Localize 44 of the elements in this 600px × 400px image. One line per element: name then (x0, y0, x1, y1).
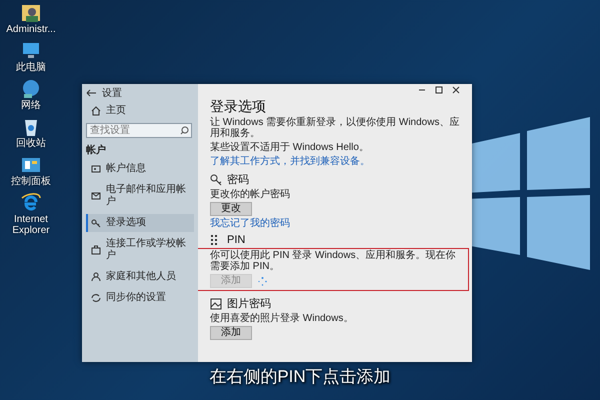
person-icon (91, 272, 101, 282)
home-icon (91, 106, 101, 116)
page-title: 登录选项 (210, 98, 267, 114)
picture-icon (210, 298, 222, 310)
network-icon (20, 78, 42, 100)
envelope-icon (91, 191, 101, 201)
briefcase-icon (91, 245, 101, 255)
person-card-icon (91, 164, 101, 174)
section-heading: PIN (227, 234, 246, 246)
change-button[interactable]: 更改 (210, 202, 252, 216)
description-text: 让 Windows 需要你重新登录，以便你使用 Windows、应用和服务。 (210, 117, 460, 139)
sidebar-item[interactable]: 帐户信息 (86, 160, 194, 178)
desktop-icon-label[interactable]: Internet Explorer (0, 214, 62, 236)
sidebar-item[interactable]: 登录选项 (86, 214, 194, 232)
section-heading: 帐户 (86, 143, 107, 157)
add-button[interactable]: 添加 (210, 326, 252, 340)
home-link[interactable]: 主页 (86, 102, 194, 120)
user-folder-icon (20, 2, 42, 24)
desktop-icon-label[interactable]: 网络 (21, 100, 41, 111)
video-subtitle: 在右侧的PIN下点击添加 (209, 366, 391, 388)
key-icon (91, 218, 101, 228)
section-heading: 密码 (227, 172, 249, 187)
back-arrow-icon (86, 89, 96, 97)
sidebar-item[interactable]: 连接工作或学校帐户 (86, 235, 194, 265)
maximize-icon (435, 86, 443, 94)
help-link[interactable]: 了解其工作方式，并找到兼容设备。 (210, 156, 370, 167)
sidebar-item[interactable]: 电子邮件和应用帐户 (86, 181, 194, 211)
section-text: 使用喜爱的照片登录 Windows。 (210, 313, 354, 324)
section-text: 更改你的帐户密码 (210, 189, 291, 200)
sidebar-item[interactable]: 家庭和其他人员 (86, 268, 194, 286)
desktop-icon-label[interactable]: 控制面板 (11, 176, 51, 187)
sync-icon (91, 293, 101, 303)
desktop-icon-label[interactable]: Administr... (6, 24, 56, 35)
search-field[interactable]: 查找设置 (86, 123, 192, 138)
sidebar-item[interactable]: 同步你的设置 (86, 289, 194, 307)
close-icon (452, 86, 460, 94)
key-icon (210, 174, 222, 186)
forgot-password-link[interactable]: 我忘记了我的密码 (210, 218, 290, 229)
desktop-icon-label[interactable]: 回收站 (16, 138, 46, 149)
section-heading: 图片密码 (227, 296, 271, 311)
desktop-icon-label[interactable]: 此电脑 (16, 62, 46, 73)
section-text: 你可以使用此 PIN 登录 Windows、应用和服务。现在你需要添加 PIN。 (210, 250, 457, 272)
window-title: 设置 (102, 86, 122, 100)
notice-text: 某些设置不适用于 Windows Hello。 (210, 142, 370, 153)
